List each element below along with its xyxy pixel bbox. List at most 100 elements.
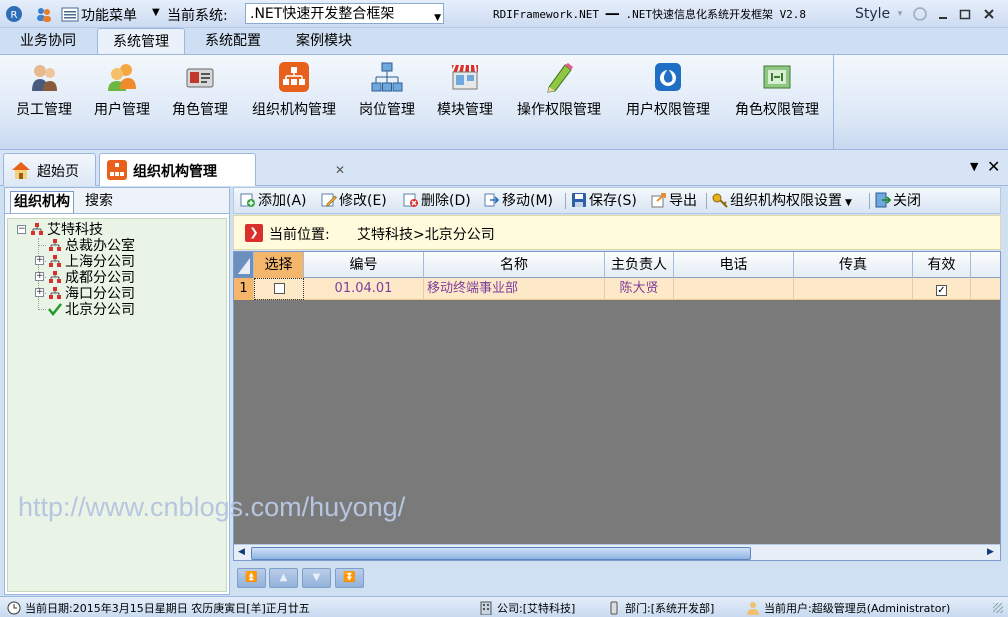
cell-phone[interactable]	[674, 278, 794, 300]
minimize-button[interactable]	[935, 6, 951, 22]
checkbox-checked[interactable]: ✓	[936, 285, 947, 296]
organization-management-button[interactable]: 组织机构管理	[246, 59, 342, 121]
status-date-text: 当前日期:2015年3月15日星期日 农历庚寅日[羊]正月廿五	[25, 602, 310, 615]
status-company-text: 公司:[艾特科技]	[497, 602, 576, 615]
left-tab-bar: 组织机构 搜索	[5, 188, 229, 214]
move-icon	[484, 192, 500, 208]
tree-node-label: 成都分公司	[65, 270, 135, 286]
column-header-manager[interactable]: 主负责人	[605, 252, 674, 278]
current-system-value: .NET快速开发整合框架	[250, 6, 395, 22]
add-icon	[240, 192, 256, 208]
cell-fax[interactable]	[794, 278, 913, 300]
help-icon[interactable]	[912, 6, 928, 22]
style-menu[interactable]: Style	[855, 6, 890, 22]
select-all-corner[interactable]	[234, 252, 254, 278]
module-management-button[interactable]: 模块管理	[433, 59, 497, 121]
move-top-button[interactable]: ⏫	[237, 568, 266, 588]
move-up-button[interactable]: ▲	[269, 568, 298, 588]
users-icon[interactable]	[35, 5, 53, 23]
tab-system-config[interactable]: 系统配置	[192, 28, 274, 54]
add-button[interactable]: 添加(A)	[240, 192, 307, 212]
move-button[interactable]: 移动(M)	[484, 192, 553, 212]
scroll-right-icon[interactable]: ▶	[987, 547, 994, 557]
column-header-code[interactable]: 编号	[304, 252, 424, 278]
expand-toggle[interactable]: +	[35, 256, 44, 265]
tab-organization-management[interactable]: 组织机构管理 ✕	[99, 153, 345, 186]
tree-node-beijing[interactable]: 北京分公司	[48, 302, 135, 318]
close-button[interactable]: 关闭	[875, 192, 921, 212]
tree-node-haikou[interactable]: 海口分公司	[48, 286, 135, 302]
expand-toggle[interactable]: +	[35, 272, 44, 281]
tab-business[interactable]: 业务协同	[8, 28, 88, 54]
building-icon	[479, 601, 493, 615]
expand-toggle[interactable]: +	[35, 288, 44, 297]
tree-node-president-office[interactable]: 总裁办公室	[48, 238, 135, 254]
ribbon-divider	[833, 55, 834, 149]
tab-case-modules[interactable]: 案例模块	[283, 28, 365, 54]
cell-code[interactable]: 01.04.01	[304, 278, 424, 300]
column-header-fax[interactable]: 传真	[794, 252, 913, 278]
scroll-left-icon[interactable]: ◀	[238, 547, 245, 557]
menu-icon[interactable]	[61, 5, 79, 23]
tab-search[interactable]: 搜索	[82, 191, 116, 213]
user-management-button[interactable]: 用户管理	[90, 59, 154, 121]
status-company: 公司:[艾特科技]	[479, 600, 575, 616]
current-system-label: 当前系统:	[167, 8, 228, 24]
tree-node-chengdu[interactable]: 成都分公司	[48, 270, 135, 286]
current-system-select[interactable]: .NET快速开发整合框架 ▼	[245, 3, 444, 24]
svg-text:R: R	[11, 10, 18, 21]
tab-system-management[interactable]: 系统管理	[97, 28, 185, 54]
scrollbar-thumb[interactable]	[251, 547, 751, 560]
close-all-tabs-icon[interactable]: ✕	[987, 157, 1000, 176]
clock-icon	[7, 601, 21, 615]
row-select-checkbox[interactable]	[254, 278, 304, 300]
operation-permission-button[interactable]: 操作权限管理	[511, 59, 607, 121]
cell-name[interactable]: 移动终端事业部	[424, 278, 605, 300]
function-menu-button[interactable]: 功能菜单	[81, 5, 137, 25]
column-header-select[interactable]: 选择	[254, 252, 304, 278]
maximize-button[interactable]	[957, 6, 973, 22]
module-management-label: 模块管理	[437, 102, 493, 118]
title-bar: R 功能菜单 ▼ 当前系统: .NET快速开发整合框架 ▼ RDIFramewo…	[0, 0, 1008, 28]
move-bottom-button[interactable]: ⏬	[335, 568, 364, 588]
position-management-button[interactable]: 岗位管理	[355, 59, 419, 121]
cell-manager[interactable]: 陈大贤	[605, 278, 674, 300]
user-permission-button[interactable]: 用户权限管理	[620, 59, 716, 121]
save-button[interactable]: 保存(S)	[571, 192, 637, 212]
phone-icon	[607, 601, 621, 615]
employee-management-button[interactable]: 员工管理	[12, 59, 76, 121]
delete-button[interactable]: 删除(D)	[403, 192, 471, 212]
role-management-button[interactable]: 角色管理	[168, 59, 232, 121]
pager: ⏫ ▲ ▼ ⏬	[233, 562, 1001, 595]
cell-enabled[interactable]: ✓	[913, 278, 971, 300]
tab-start-page[interactable]: 超始页	[3, 153, 96, 186]
role-permission-icon	[761, 61, 793, 93]
tree-node-label: 总裁办公室	[65, 238, 135, 254]
window-close-button[interactable]	[981, 6, 997, 22]
organization-permission-button[interactable]: 组织机构权限设置 ▼	[712, 192, 852, 212]
resize-grip[interactable]	[993, 603, 1003, 613]
close-tab-icon[interactable]: ✕	[335, 163, 345, 177]
horizontal-scrollbar[interactable]: ◀ ▶	[234, 544, 1000, 560]
status-department: 部门:[系统开发部]	[607, 600, 714, 616]
organization-icon	[278, 61, 310, 93]
role-permission-button[interactable]: 角色权限管理	[729, 59, 825, 121]
column-header-phone[interactable]: 电话	[674, 252, 794, 278]
key-icon	[712, 192, 728, 208]
move-down-button[interactable]: ▼	[302, 568, 331, 588]
tabs-dropdown-icon[interactable]: ▼	[970, 160, 978, 173]
edit-button[interactable]: 修改(E)	[321, 192, 387, 212]
chevron-down-icon[interactable]: ▼	[152, 7, 160, 18]
move-label: 移动(M)	[502, 193, 554, 209]
tab-organization-tree[interactable]: 组织机构	[10, 191, 74, 213]
column-header-name[interactable]: 名称	[424, 252, 605, 278]
export-button[interactable]: 导出	[651, 192, 697, 212]
tree-node-shanghai[interactable]: 上海分公司	[48, 254, 135, 270]
style-dropdown-icon[interactable]: ▾	[892, 6, 908, 22]
table-row[interactable]: 1 01.04.01 移动终端事业部 陈大贤 ✓	[234, 278, 1000, 300]
tree-node-label: 艾特科技	[47, 222, 103, 238]
collapse-toggle[interactable]: −	[17, 225, 26, 234]
column-header-enabled[interactable]: 有效	[913, 252, 971, 278]
tree-node-root[interactable]: 艾特科技	[30, 222, 103, 238]
checkbox[interactable]	[273, 283, 285, 294]
